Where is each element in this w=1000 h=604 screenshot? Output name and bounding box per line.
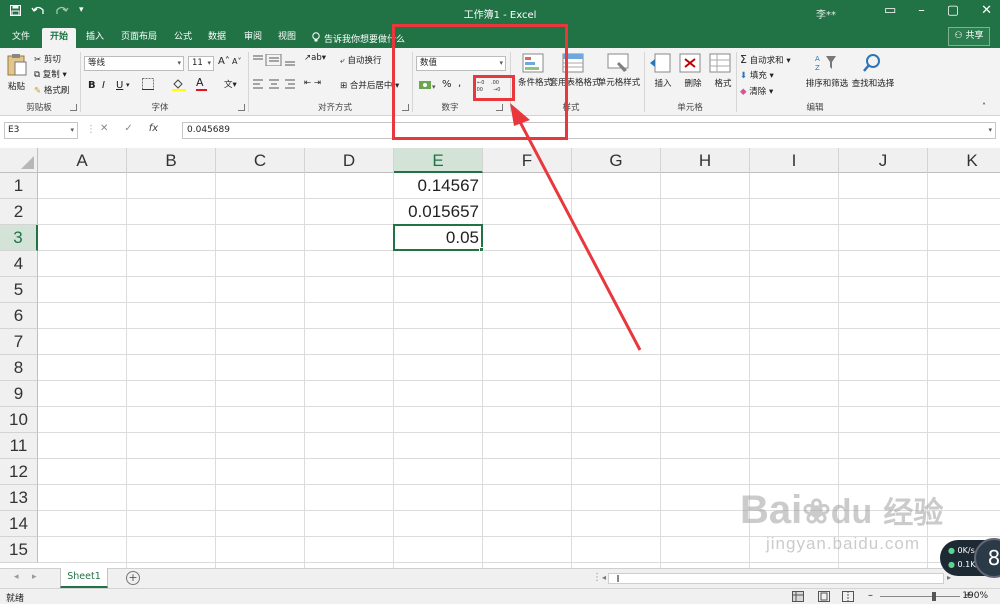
excel-window: ▾ 工作簿1 - Excel 李** ▭ – ▢ ✕ 文件 开始 插入 页面布局… [0,0,1000,604]
annotation-arrow [510,103,642,351]
